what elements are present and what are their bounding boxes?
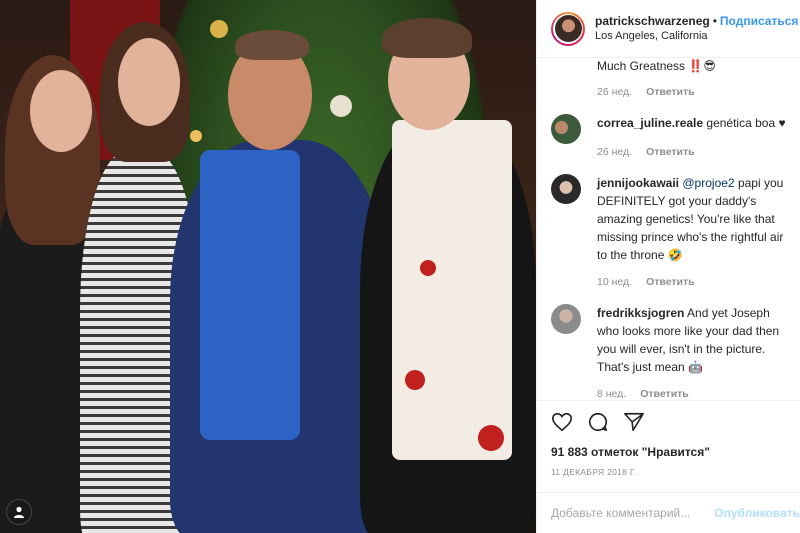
person-4-hair <box>382 18 472 58</box>
ornament <box>210 20 228 38</box>
follow-button[interactable]: Подписаться <box>720 14 798 28</box>
post-date[interactable]: 11 ДЕКАБРЯ 2018 Г. <box>551 467 786 477</box>
post-photo[interactable] <box>0 0 536 533</box>
post-location[interactable]: Los Angeles, California <box>595 29 798 44</box>
add-comment-bar: Опубликовать <box>537 492 800 533</box>
comment-text: genética boa ♥ <box>706 116 786 130</box>
commenter-username[interactable]: fredrikksjogren <box>597 306 684 320</box>
commenter-username[interactable]: correa_juline.reale <box>597 116 703 130</box>
share-icon[interactable] <box>623 411 645 433</box>
shirt-flower <box>405 370 425 390</box>
reply-button[interactable]: Ответить <box>646 146 695 158</box>
reply-button[interactable]: Ответить <box>646 86 695 98</box>
list-item: correa_juline.reale genética boa ♥ 26 не… <box>551 114 786 158</box>
ornament <box>190 130 202 142</box>
reply-button[interactable]: Ответить <box>646 276 695 288</box>
commenter-avatar[interactable] <box>551 174 581 204</box>
comment-meta: 8 нед. Ответить <box>597 388 786 398</box>
person-icon <box>14 506 24 518</box>
likes-count[interactable]: 91 883 отметок "Нравится" <box>551 445 786 459</box>
comment-meta: 26 нед. Ответить <box>597 146 786 158</box>
post-header: patrickschwarzeneg • Подписаться Los Angel… <box>537 0 800 58</box>
comment-input[interactable] <box>551 506 715 520</box>
person-4-shirt <box>392 120 512 460</box>
list-item: jennijookawaii @projoe2 papi you DEFINIT… <box>551 174 786 288</box>
publish-button[interactable]: Опубликовать <box>714 506 800 520</box>
comment-icon[interactable] <box>587 411 609 433</box>
list-item: fredrikksjogren And yet Joseph who looks… <box>551 304 786 398</box>
separator-dot: • <box>712 14 717 28</box>
reply-button[interactable]: Ответить <box>640 388 689 398</box>
person-3-shirt <box>200 150 300 440</box>
comment-time: 26 нед. <box>597 86 633 98</box>
person-3-hair <box>235 30 309 60</box>
comment-time: 8 нед. <box>597 388 627 398</box>
comment-text-partial: Much Greatness ‼️😎 <box>597 59 716 73</box>
comment-meta: 10 нед. Ответить <box>597 276 786 288</box>
ornament <box>330 95 352 117</box>
heart-icon[interactable] <box>551 411 573 433</box>
commenter-avatar[interactable] <box>551 304 581 334</box>
author-username[interactable]: patrickschwarzeneg <box>595 14 710 28</box>
shirt-flower <box>420 260 436 276</box>
commenter-username[interactable]: jennijookawaii <box>597 176 679 190</box>
shirt-flower <box>478 425 504 451</box>
commenter-avatar[interactable] <box>551 114 581 144</box>
comment-time: 10 нед. <box>597 276 633 288</box>
comment-time: 26 нед. <box>597 146 633 158</box>
person-1-face <box>30 70 92 152</box>
tagged-users-button[interactable] <box>6 499 32 525</box>
post-actions: 91 883 отметок "Нравится" 11 ДЕКАБРЯ 201… <box>537 400 800 477</box>
comment-mention[interactable]: @projoe2 <box>682 176 734 190</box>
person-2-face <box>118 38 180 126</box>
author-avatar[interactable] <box>551 11 585 46</box>
comments-list[interactable]: Much Greatness ‼️😎 26 нед. Ответить corre… <box>537 58 800 398</box>
comment-meta: 26 нед. Ответить <box>551 86 786 98</box>
post-side-panel: patrickschwarzeneg • Подписаться Los Angel… <box>536 0 800 533</box>
